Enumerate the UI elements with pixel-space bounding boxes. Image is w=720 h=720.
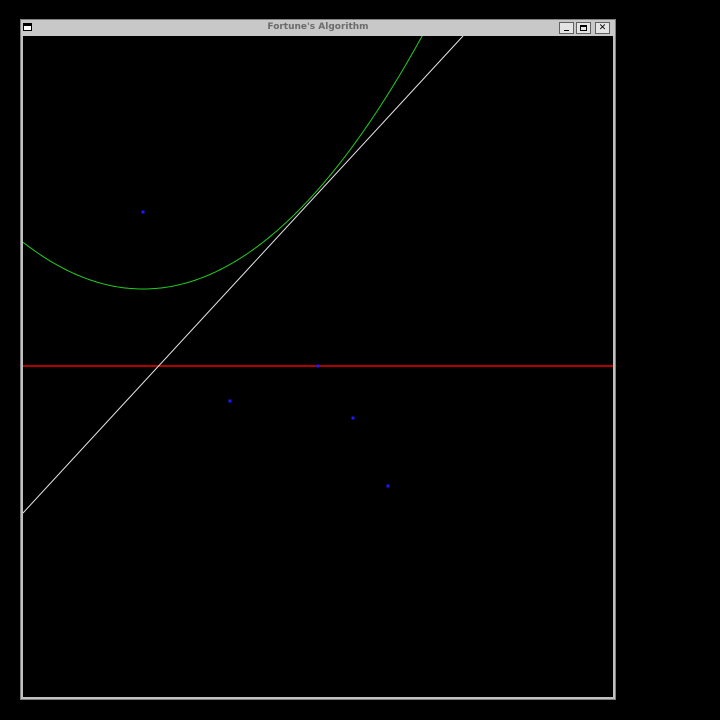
title-bar[interactable]: Fortune's Algorithm ✕ [21, 20, 615, 36]
app-window: Fortune's Algorithm ✕ [20, 19, 616, 700]
maximize-button[interactable] [576, 22, 591, 34]
voronoi-scene [23, 36, 613, 697]
minimize-icon [564, 30, 569, 31]
maximize-icon [580, 25, 587, 31]
minimize-button[interactable] [559, 22, 574, 34]
window-title: Fortune's Algorithm [267, 22, 369, 32]
site-point [141, 210, 145, 214]
site-point [351, 416, 355, 420]
drawing-canvas[interactable] [23, 36, 613, 697]
site-point [386, 484, 390, 488]
site-point [316, 364, 320, 368]
close-button[interactable]: ✕ [595, 22, 610, 34]
site-point [228, 399, 232, 403]
close-icon: ✕ [598, 23, 607, 33]
